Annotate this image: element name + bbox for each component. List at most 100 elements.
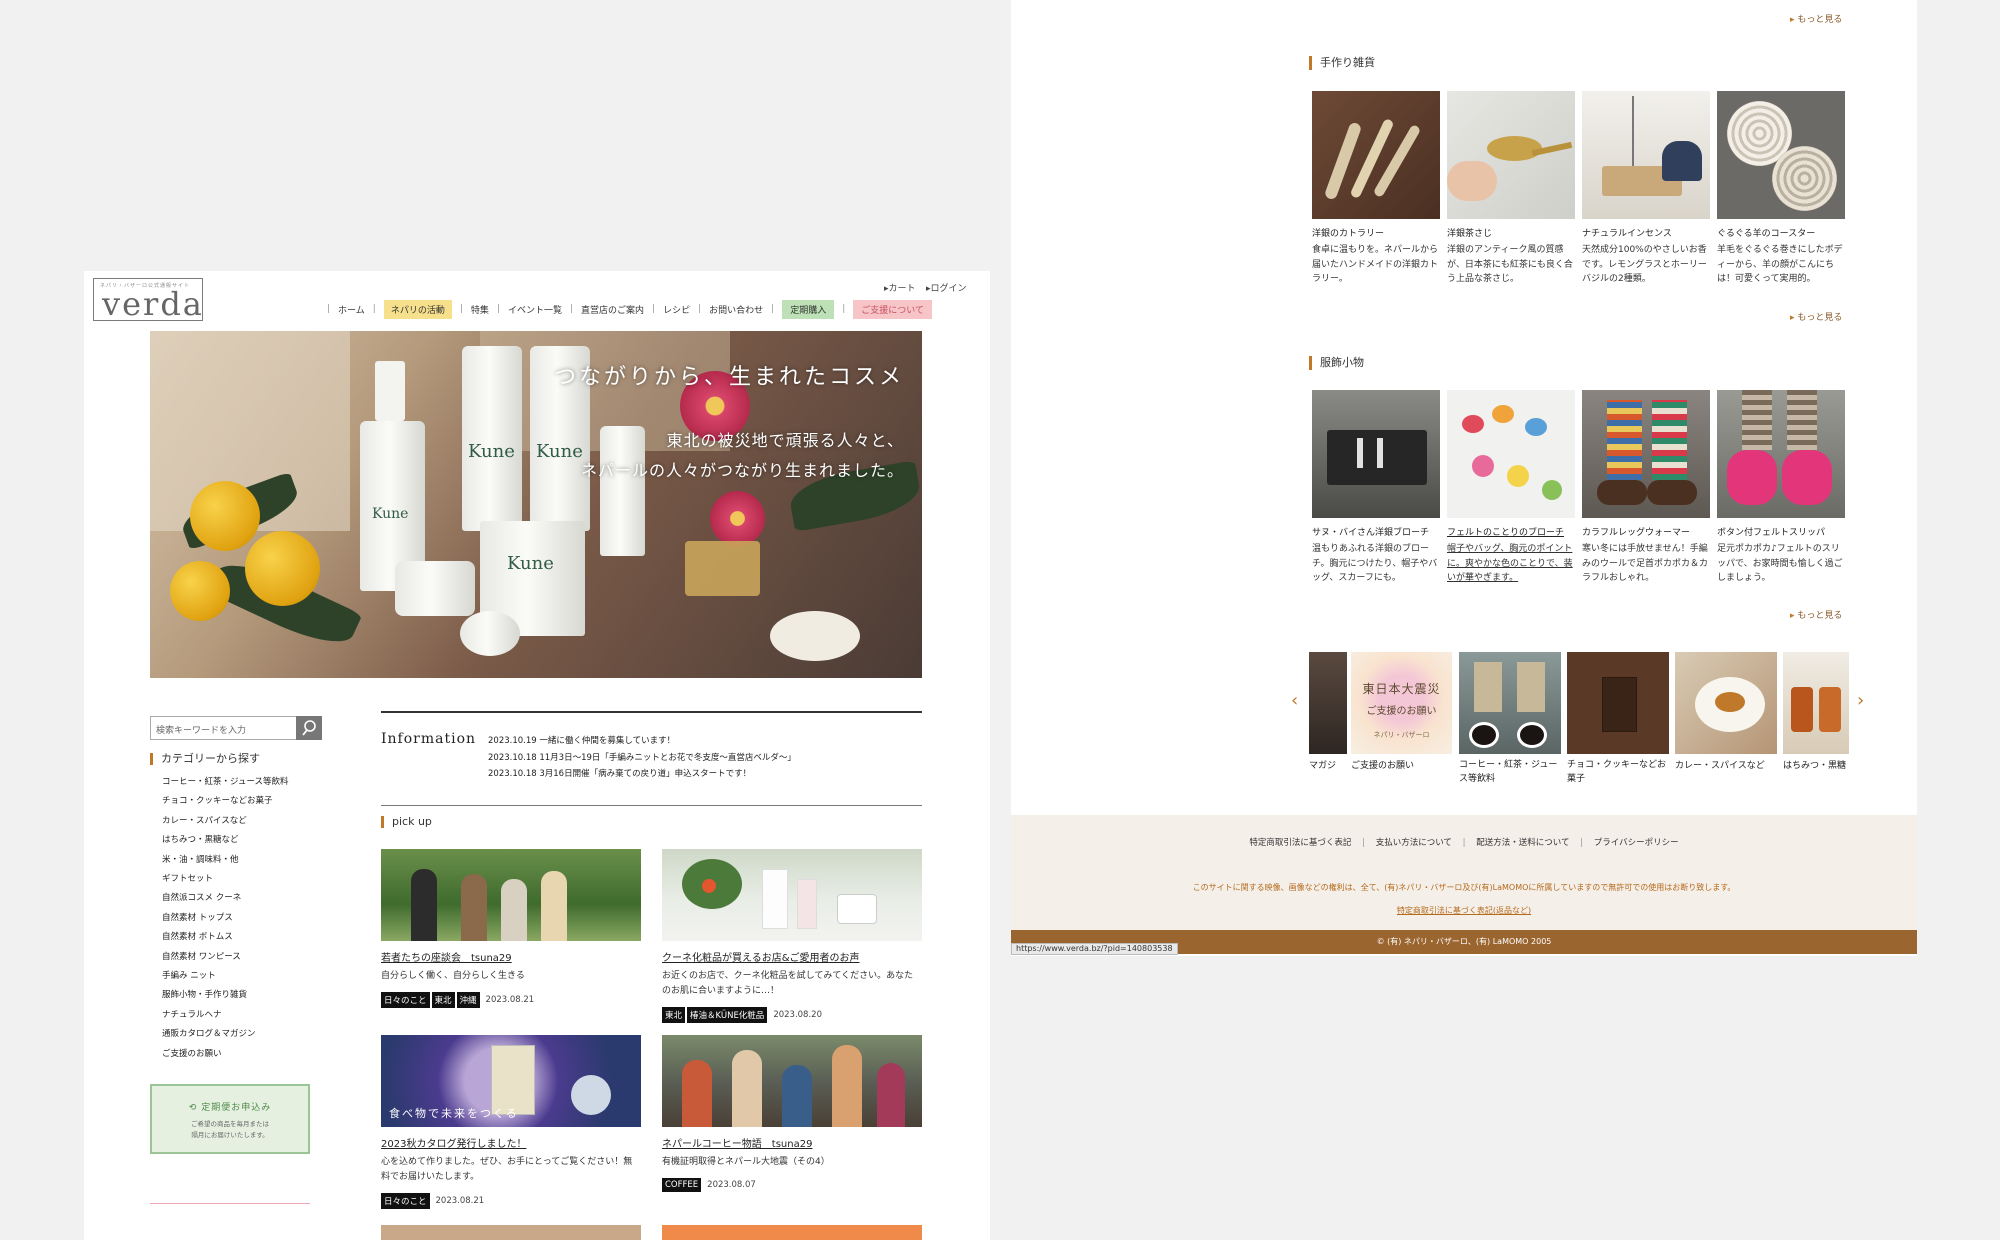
banner-brand: ネパリ・バザーロ bbox=[1373, 731, 1430, 739]
carousel-label[interactable]: ご支援のお願い bbox=[1351, 758, 1414, 771]
category-item[interactable]: ご支援のお願い bbox=[162, 1045, 288, 1064]
category-item[interactable]: 自然素材 ワンピース bbox=[162, 948, 288, 967]
product-card[interactable]: 洋銀茶さじ 洋銀のアンティーク風の質感が、日本茶にも紅茶にも良く合う上品な茶さじ… bbox=[1447, 91, 1575, 287]
carousel-label[interactable]: チョコ・クッキーなどお菓子 bbox=[1567, 758, 1669, 786]
product-desc: 温もりあふれる洋銀のブローチ。胸元につけたり、帽子やバッグ、スカーフにも。 bbox=[1312, 544, 1438, 583]
product-card[interactable]: ナチュラルインセンス 天然成分100%のやさしいお香です。レモングラスとホーリー… bbox=[1582, 91, 1710, 287]
footer-link[interactable]: 支払い方法について bbox=[1376, 838, 1452, 848]
pickup-card[interactable]: 若者たちの座談会 tsuna29 自分らしく働く、自分らしく生きる 日々のこと … bbox=[381, 849, 641, 1008]
carousel-banner-support[interactable]: 東日本大震災 ご支援のお願い ネパリ・バザーロ bbox=[1351, 652, 1452, 754]
carousel-item[interactable] bbox=[1459, 652, 1561, 754]
carousel-item[interactable] bbox=[1783, 652, 1849, 754]
more-link[interactable]: もっと見る bbox=[1790, 12, 1842, 25]
nav-recipes[interactable]: レシピ bbox=[663, 303, 690, 316]
category-item[interactable]: ナチュラルヘナ bbox=[162, 1006, 288, 1025]
tag[interactable]: 東北 bbox=[662, 1007, 686, 1023]
pickup-image-partial bbox=[662, 1225, 922, 1240]
carousel-label[interactable]: はちみつ・黒糖 bbox=[1783, 758, 1846, 771]
pickup-image bbox=[662, 849, 922, 941]
category-item[interactable]: 自然派コスメ クーネ bbox=[162, 889, 288, 908]
pickup-title[interactable]: 若者たちの座談会 tsuna29 bbox=[381, 949, 641, 964]
product-card[interactable]: フェルトのことりのブローチ 帽子やバッグ、胸元のポイントに。爽やかな色のことりで… bbox=[1447, 390, 1575, 586]
product-name[interactable]: ナチュラルインセンス bbox=[1582, 226, 1710, 239]
search-button[interactable] bbox=[296, 716, 322, 740]
tag[interactable]: 日々のこと bbox=[381, 1193, 430, 1209]
nav-subscription[interactable]: 定期購入 bbox=[782, 299, 835, 319]
carousel-item[interactable] bbox=[1309, 652, 1347, 754]
site-footer: 特定商取引法に基づく表記 | 支払い方法について | 配送方法・送料について |… bbox=[1011, 815, 1917, 930]
carousel-label[interactable]: コーヒー・紅茶・ジュース等飲料 bbox=[1459, 758, 1561, 786]
footer-link[interactable]: プライバシーポリシー bbox=[1594, 838, 1679, 848]
pickup-title[interactable]: クーネ化粧品が買えるお店&ご愛用者のお声 bbox=[662, 949, 922, 964]
product-name[interactable]: カラフルレッグウォーマー bbox=[1582, 525, 1710, 538]
carousel-item[interactable] bbox=[1675, 652, 1777, 754]
category-item[interactable]: 米・油・調味料・他 bbox=[162, 851, 288, 870]
nav-contact[interactable]: お問い合わせ bbox=[709, 303, 763, 316]
hero-banner[interactable]: Kune Kune Kune Kune つながりから、生まれたコスメ 東北の被災… bbox=[150, 331, 924, 678]
product-label: Kune bbox=[372, 506, 409, 522]
product-name[interactable]: フェルトのことりのブローチ bbox=[1447, 525, 1575, 538]
pickup-date: 2023.08.07 bbox=[707, 1180, 756, 1190]
carousel-next-button[interactable]: › bbox=[1857, 690, 1864, 711]
pickup-card[interactable]: 食べ物で未来をつくる 2023秋カタログ発行しました！ 心を込めて作りました。ぜ… bbox=[381, 1035, 641, 1209]
shampoo-bottle bbox=[462, 346, 522, 531]
product-desc: 洋銀のアンティーク風の質感が、日本茶にも紅茶にも良く合う上品な茶さじ。 bbox=[1447, 245, 1573, 284]
product-card[interactable]: ボタン付フェルトスリッパ 足元ポカポカ♪フェルトのスリッパで、お家時間も愉しく過… bbox=[1717, 390, 1845, 586]
search-box[interactable]: 検索キーワードを入力 bbox=[150, 716, 322, 740]
search-input[interactable]: 検索キーワードを入力 bbox=[156, 723, 246, 736]
category-item[interactable]: 自然素材 トップス bbox=[162, 909, 288, 928]
tag[interactable]: 椿油＆KÜNE化粧品 bbox=[687, 1007, 768, 1023]
product-name[interactable]: ぐるぐる羊のコースター bbox=[1717, 226, 1845, 239]
product-name[interactable]: 洋銀茶さじ bbox=[1447, 226, 1575, 239]
category-item[interactable]: ギフトセット bbox=[162, 870, 288, 889]
footer-link[interactable]: 特定商取引法に基づく表記 bbox=[1249, 838, 1351, 848]
tag[interactable]: 日々のこと bbox=[381, 992, 430, 1008]
pickup-card[interactable]: クーネ化粧品が買えるお店&ご愛用者のお声 お近くのお店で、クーネ化粧品を試してみ… bbox=[662, 849, 922, 1023]
category-item[interactable]: はちみつ・黒糖など bbox=[162, 831, 288, 850]
information-item[interactable]: 2023.10.19 一緒に働く仲間を募集しています！ bbox=[488, 733, 796, 750]
nav-stores[interactable]: 直営店のご案内 bbox=[581, 303, 644, 316]
category-item[interactable]: 服飾小物・手作り雑貨 bbox=[162, 986, 288, 1005]
tag[interactable]: COFFEE bbox=[662, 1178, 702, 1192]
footer-link[interactable]: 配送方法・送料について bbox=[1476, 838, 1569, 848]
tokusho-link[interactable]: 特定商取引法に基づく表記(返品など) bbox=[1011, 905, 1917, 916]
carousel-label[interactable]: マガジ bbox=[1309, 758, 1336, 771]
product-desc: 帽子やバッグ、胸元のポイントに。爽やかな色のことりで、装いが華やぎます。 bbox=[1447, 544, 1573, 583]
nav-activities[interactable]: ネパリの活動 bbox=[383, 299, 452, 319]
category-item[interactable]: コーヒー・紅茶・ジュース等飲料 bbox=[162, 773, 288, 792]
camellia-flower bbox=[710, 491, 765, 546]
pickup-title[interactable]: ネパールコーヒー物語 tsuna29 bbox=[662, 1135, 922, 1150]
nav-events[interactable]: イベント一覧 bbox=[508, 303, 562, 316]
product-card[interactable]: サヌ・バイさん洋銀ブローチ 温もりあふれる洋銀のブローチ。胸元につけたり、帽子や… bbox=[1312, 390, 1440, 586]
product-card[interactable]: 洋銀のカトラリー 食卓に温もりを。ネパールから届いたハンドメイドの洋銀カトラリー… bbox=[1312, 91, 1440, 287]
product-name[interactable]: 洋銀のカトラリー bbox=[1312, 226, 1440, 239]
nav-features[interactable]: 特集 bbox=[471, 303, 489, 316]
product-name[interactable]: サヌ・バイさん洋銀ブローチ bbox=[1312, 525, 1440, 538]
category-item[interactable]: チョコ・クッキーなどお菓子 bbox=[162, 792, 288, 811]
login-link[interactable]: ▸ログイン bbox=[926, 281, 967, 294]
category-item[interactable]: 通販カタログ＆マガジン bbox=[162, 1025, 288, 1044]
pickup-title[interactable]: 2023秋カタログ発行しました！ bbox=[381, 1135, 641, 1150]
site-logo[interactable]: ネパリ・バザーロ公式通販サイト verda bbox=[93, 278, 203, 321]
cart-link[interactable]: ▸カート bbox=[884, 281, 916, 294]
nav-home[interactable]: ホーム bbox=[338, 303, 365, 316]
category-item[interactable]: 手編み ニット bbox=[162, 967, 288, 986]
subscription-banner[interactable]: ⟲ 定期便お申込み ご希望の商品を毎月または 隔月にお届けいたします。 bbox=[150, 1084, 310, 1154]
nav-support[interactable]: ご支援について bbox=[853, 299, 932, 319]
product-name[interactable]: ボタン付フェルトスリッパ bbox=[1717, 525, 1845, 538]
more-link[interactable]: もっと見る bbox=[1790, 310, 1842, 323]
tag[interactable]: 東北 bbox=[431, 992, 455, 1008]
information-item[interactable]: 2023.10.18 11月3日〜19日「手編みニットとお花で冬支度〜直営店ベル… bbox=[488, 750, 796, 767]
carousel-prev-button[interactable]: ‹ bbox=[1291, 690, 1298, 711]
category-item[interactable]: カレー・スパイスなど bbox=[162, 812, 288, 831]
product-card[interactable]: ぐるぐる羊のコースター 羊毛をぐるぐる巻きにしたボディーから、羊の顔がこんにちは… bbox=[1717, 91, 1845, 287]
pickup-image bbox=[381, 849, 641, 941]
tag[interactable]: 沖縄 bbox=[456, 992, 480, 1008]
product-card[interactable]: カラフルレッグウォーマー 寒い冬には手放せません！手編みのウールで足首ポカポカ＆… bbox=[1582, 390, 1710, 586]
category-item[interactable]: 自然素材 ボトムス bbox=[162, 928, 288, 947]
more-link[interactable]: もっと見る bbox=[1790, 608, 1842, 621]
carousel-label[interactable]: カレー・スパイスなど bbox=[1675, 758, 1765, 771]
pickup-card[interactable]: ネパールコーヒー物語 tsuna29 有機証明取得とネパール大地震（その4） C… bbox=[662, 1035, 922, 1192]
carousel-item[interactable] bbox=[1567, 652, 1669, 754]
information-item[interactable]: 2023.10.18 3月16日開催「病み棄ての戻り道」申込スタートです！ bbox=[488, 766, 796, 783]
